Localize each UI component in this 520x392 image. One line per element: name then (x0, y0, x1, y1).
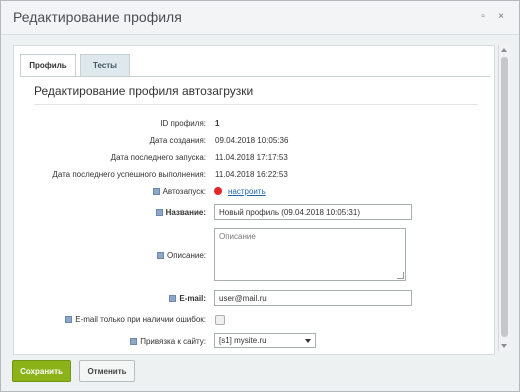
description-label: Описание: (166, 251, 206, 260)
hint-icon[interactable] (156, 252, 164, 259)
close-icon[interactable]: × (495, 11, 507, 23)
id-label: ID профиля: (160, 119, 206, 128)
last-success-label: Дата последнего успешного выполнения: (52, 170, 206, 179)
email-errors-checkbox[interactable] (215, 315, 225, 325)
scrollbar[interactable] (498, 45, 510, 351)
created-value: 09.04.2018 10:05:36 (215, 136, 289, 145)
name-label-wrap: Название: (155, 208, 206, 217)
last-run-label: Дата последнего запуска: (110, 153, 206, 162)
hint-icon[interactable] (65, 316, 73, 323)
hint-icon[interactable] (130, 338, 138, 345)
content-panel: Профиль Тесты Редактирование профиля авт… (13, 45, 495, 355)
profile-dialog: Редактирование профиля ▫ × Профиль Тесты… (0, 0, 520, 392)
section-title: Редактирование профиля автозагрузки (34, 84, 254, 98)
email-label-wrap: E-mail: (169, 294, 206, 303)
autorun-label-wrap: Автозапуск: (152, 187, 206, 196)
site-label: Привязка к сайту: (140, 337, 206, 346)
tab-profile[interactable]: Профиль (20, 54, 76, 76)
section-divider (34, 104, 478, 105)
cancel-button[interactable]: Отменить (79, 360, 135, 382)
save-button[interactable]: Сохранить (12, 360, 71, 382)
description-textarea[interactable]: Описание (214, 228, 406, 281)
chevron-down-icon (305, 339, 311, 343)
hint-icon[interactable] (152, 188, 160, 195)
description-placeholder: Описание (219, 232, 256, 241)
email-errors-label: E-mail только при наличии ошибок: (75, 315, 206, 324)
autorun-status-icon (214, 187, 222, 195)
site-select[interactable]: [s1] mysite.ru (214, 333, 316, 348)
scrollbar-thumb[interactable] (501, 57, 508, 337)
maximize-icon[interactable]: ▫ (477, 11, 489, 23)
autorun-label: Автозапуск: (162, 187, 206, 196)
titlebar: Редактирование профиля ▫ × (1, 1, 519, 35)
last-success-value: 11.04.2018 16:22:53 (215, 170, 288, 179)
id-value: 1 (215, 119, 220, 128)
hint-icon[interactable] (155, 209, 163, 216)
email-label: E-mail (179, 294, 204, 303)
email-input[interactable] (214, 290, 412, 306)
email-errors-label-wrap: E-mail только при наличии ошибок: (65, 315, 206, 324)
scroll-down-icon[interactable] (501, 344, 507, 348)
description-label-wrap: Описание: (156, 251, 206, 260)
footer: Сохранить Отменить (1, 357, 519, 391)
dialog-title: Редактирование профиля (13, 9, 182, 25)
resize-handle-icon[interactable] (397, 272, 404, 279)
name-input[interactable] (214, 204, 412, 220)
tab-divider (20, 76, 490, 77)
name-label: Название (165, 208, 204, 217)
site-label-wrap: Привязка к сайту: (130, 337, 206, 346)
autorun-configure-link[interactable]: настроить (228, 187, 266, 196)
site-select-value: [s1] mysite.ru (219, 336, 267, 345)
hint-icon[interactable] (169, 295, 177, 302)
created-label: Дата создания: (149, 136, 206, 145)
last-run-value: 11.04.2018 17:17:53 (215, 153, 288, 162)
tab-tests[interactable]: Тесты (80, 54, 130, 76)
scroll-up-icon[interactable] (501, 48, 507, 52)
